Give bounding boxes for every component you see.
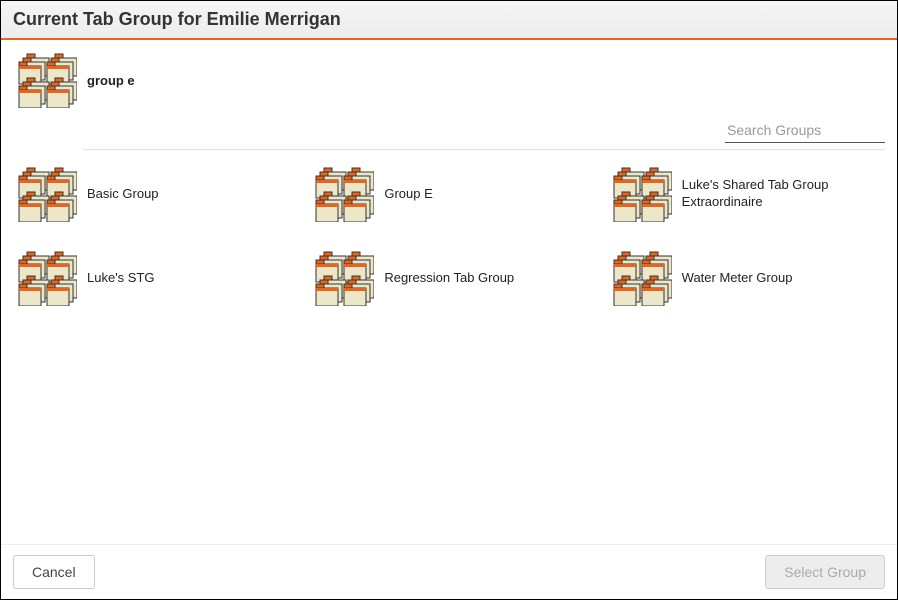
group-item-label: Group E: [384, 186, 432, 203]
tab-group-icon: [13, 166, 77, 222]
tab-group-icon: [310, 250, 374, 306]
dialog-content: group e Basic Group: [1, 40, 897, 544]
group-item-regression-tab-group[interactable]: Regression Tab Group: [310, 246, 587, 310]
tab-group-icon: [608, 250, 672, 306]
select-group-button[interactable]: Select Group: [765, 555, 885, 589]
group-item-label: Luke's Shared Tab Group Extraordinaire: [682, 177, 872, 211]
group-item-water-meter-group[interactable]: Water Meter Group: [608, 246, 885, 310]
groups-grid: Basic Group Group E: [13, 162, 885, 310]
group-item-label: Regression Tab Group: [384, 270, 514, 287]
group-item-label: Luke's STG: [87, 270, 155, 287]
group-item-label: Water Meter Group: [682, 270, 793, 287]
tab-group-icon: [608, 166, 672, 222]
group-item-lukes-shared-tab-group-extraordinaire[interactable]: Luke's Shared Tab Group Extraordinaire: [608, 162, 885, 226]
search-row: [13, 118, 885, 143]
current-group-row: group e: [13, 52, 885, 108]
cancel-button[interactable]: Cancel: [13, 555, 95, 589]
dialog-footer: Cancel Select Group: [1, 544, 897, 599]
dialog-title: Current Tab Group for Emilie Merrigan: [13, 9, 885, 30]
tab-group-icon: [13, 250, 77, 306]
tab-group-icon: [13, 52, 77, 108]
search-input[interactable]: [725, 118, 885, 143]
divider: [83, 149, 885, 150]
group-item-basic-group[interactable]: Basic Group: [13, 162, 290, 226]
current-group-label: group e: [87, 73, 135, 88]
group-item-label: Basic Group: [87, 186, 159, 203]
tab-group-dialog: Current Tab Group for Emilie Merrigan: [0, 0, 898, 600]
group-item-lukes-stg[interactable]: Luke's STG: [13, 246, 290, 310]
group-item-group-e[interactable]: Group E: [310, 162, 587, 226]
tab-group-icon: [310, 166, 374, 222]
dialog-header: Current Tab Group for Emilie Merrigan: [1, 1, 897, 40]
